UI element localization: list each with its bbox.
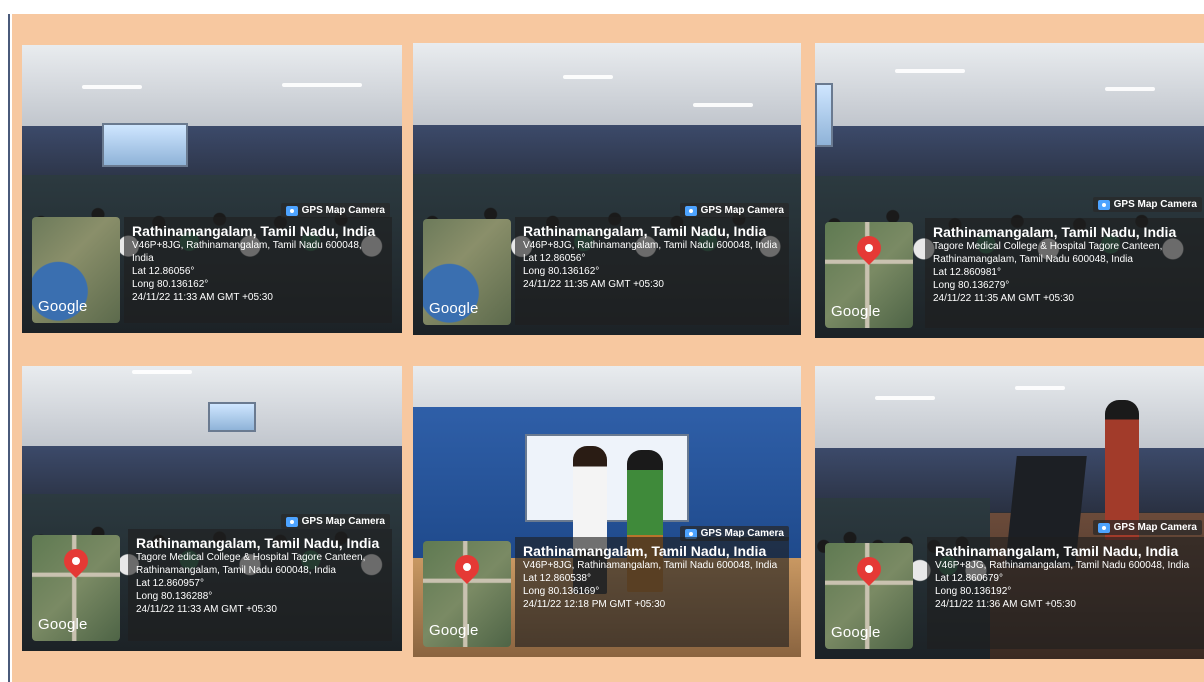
google-logo: Google (38, 298, 88, 315)
address: V46P+8JG, Rathinamangalam, Tamil Nadu 60… (935, 560, 1190, 571)
geotagged-photo-6: GPS Map Camera Google Rathinamangalam, T… (815, 366, 1204, 659)
longitude: Long 80.136162° (523, 266, 600, 277)
camera-icon (285, 205, 298, 216)
map-thumbnail: Google (423, 541, 511, 647)
google-logo: Google (429, 300, 479, 317)
projector-screen (208, 402, 256, 432)
timestamp: 24/11/22 12:18 PM GMT +05:30 (523, 599, 666, 610)
address: Tagore Medical College & Hospital Tagore… (136, 552, 366, 576)
camera-icon (285, 516, 298, 527)
google-logo: Google (38, 616, 88, 633)
projector-screen (815, 83, 833, 147)
location-title: Rathinamangalam, Tamil Nadu, India (132, 223, 376, 239)
speaker-person (1105, 400, 1139, 540)
location-info-box: Rathinamangalam, Tamil Nadu, India Tagor… (128, 529, 392, 641)
gps-camera-tag: GPS Map Camera (1092, 197, 1202, 212)
map-thumbnail: Google (32, 217, 120, 323)
camera-icon (1097, 199, 1110, 210)
map-thumbnail: Google (825, 543, 913, 649)
timestamp: 24/11/22 11:33 AM GMT +05:30 (136, 604, 277, 615)
map-thumbnail: Google (32, 535, 120, 641)
location-info-box: Rathinamangalam, Tamil Nadu, India V46P+… (927, 537, 1204, 649)
longitude: Long 80.136169° (523, 586, 600, 597)
location-title: Rathinamangalam, Tamil Nadu, India (523, 223, 767, 239)
google-logo: Google (831, 624, 881, 641)
geotagged-photo-3: GPS Map Camera Google Rathinamangalam, T… (815, 43, 1204, 338)
latitude: Lat 12.860538° (523, 573, 591, 584)
location-info-box: Rathinamangalam, Tamil Nadu, India V46P+… (515, 217, 789, 325)
map-pin-icon (450, 550, 484, 584)
google-logo: Google (831, 303, 881, 320)
longitude: Long 80.136288° (136, 591, 213, 602)
latitude: Lat 12.86056° (132, 266, 195, 277)
timestamp: 24/11/22 11:35 AM GMT +05:30 (523, 279, 664, 290)
latitude: Lat 12.860957° (136, 578, 204, 589)
gps-camera-label: GPS Map Camera (301, 205, 385, 216)
google-logo: Google (429, 622, 479, 639)
gps-camera-tag: GPS Map Camera (1092, 520, 1202, 535)
timestamp: 24/11/22 11:35 AM GMT +05:30 (933, 293, 1074, 304)
longitude: Long 80.136192° (935, 586, 1012, 597)
latitude: Lat 12.860679° (935, 573, 1003, 584)
map-pin-icon (59, 544, 93, 578)
gps-camera-label: GPS Map Camera (1113, 522, 1197, 533)
map-pin-icon (852, 231, 886, 265)
latitude: Lat 12.86056° (523, 253, 586, 264)
camera-icon (1097, 522, 1110, 533)
map-pin-icon (852, 552, 886, 586)
projector-screen (525, 434, 689, 522)
map-thumbnail: Google (423, 219, 511, 325)
location-info-box: Rathinamangalam, Tamil Nadu, India V46P+… (515, 537, 789, 647)
address: V46P+8JG, Rathinamangalam, Tamil Nadu 60… (523, 560, 778, 571)
location-info-box: Rathinamangalam, Tamil Nadu, India V46P+… (124, 217, 392, 323)
gps-camera-tag: GPS Map Camera (679, 203, 789, 218)
gps-camera-tag: GPS Map Camera (280, 514, 390, 529)
gps-camera-label: GPS Map Camera (301, 516, 385, 527)
location-title: Rathinamangalam, Tamil Nadu, India (136, 535, 380, 551)
map-thumbnail: Google (825, 222, 913, 328)
longitude: Long 80.136162° (132, 279, 209, 290)
geotagged-photo-4: GPS Map Camera Google Rathinamangalam, T… (22, 366, 402, 651)
location-title: Rathinamangalam, Tamil Nadu, India (523, 543, 767, 559)
location-title: Rathinamangalam, Tamil Nadu, India (933, 224, 1177, 240)
left-border-line (8, 14, 10, 682)
geotagged-photo-1: GPS Map Camera Google Rathinamangalam, T… (22, 45, 402, 333)
timestamp: 24/11/22 11:33 AM GMT +05:30 (132, 292, 273, 303)
gps-camera-label: GPS Map Camera (700, 205, 784, 216)
address: Tagore Medical College & Hospital Tagore… (933, 241, 1163, 265)
geotagged-photo-5: GPS Map Camera Google Rathinamangalam, T… (413, 366, 801, 657)
longitude: Long 80.136279° (933, 280, 1010, 291)
timestamp: 24/11/22 11:36 AM GMT +05:30 (935, 599, 1076, 610)
latitude: Lat 12.860981° (933, 267, 1001, 278)
gps-camera-label: GPS Map Camera (1113, 199, 1197, 210)
location-title: Rathinamangalam, Tamil Nadu, India (935, 543, 1179, 559)
location-info-box: Rathinamangalam, Tamil Nadu, India Tagor… (925, 218, 1204, 328)
address: V46P+8JG, Rathinamangalam, Tamil Nadu 60… (523, 240, 778, 251)
geotagged-photo-2: GPS Map Camera Google Rathinamangalam, T… (413, 43, 801, 335)
address: V46P+8JG, Rathinamangalam, Tamil Nadu 60… (132, 240, 362, 264)
camera-icon (684, 205, 697, 216)
projector-screen (102, 123, 188, 167)
gps-camera-tag: GPS Map Camera (280, 203, 390, 218)
